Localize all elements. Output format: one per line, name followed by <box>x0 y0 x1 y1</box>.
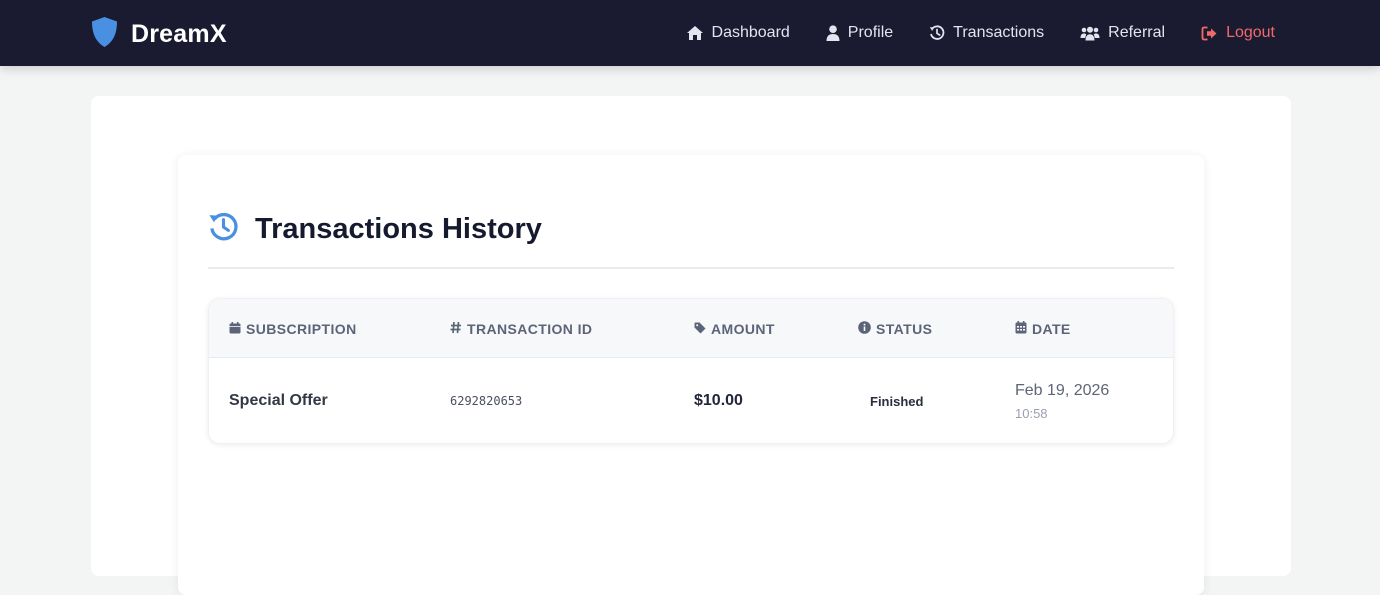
table-header: SUBSCRIPTION TRANSACTION ID AMOUNT STATU… <box>209 299 1173 358</box>
column-label: SUBSCRIPTION <box>246 320 357 337</box>
nav-item-label: Logout <box>1226 24 1275 41</box>
subscription-name: Special Offer <box>229 392 328 409</box>
tag-icon <box>694 321 706 337</box>
nav-item-dashboard[interactable]: Dashboard <box>686 24 790 42</box>
sign-out-icon <box>1201 26 1218 41</box>
info-icon <box>858 320 871 337</box>
status-badge: Finished <box>870 393 924 409</box>
transaction-time: 10:58 <box>1015 405 1048 421</box>
page-title: Transactions History <box>255 212 542 245</box>
users-icon <box>1080 26 1100 41</box>
nav-item-label: Profile <box>847 24 894 41</box>
nav-item-transactions[interactable]: Transactions <box>929 24 1044 42</box>
history-icon <box>929 25 945 41</box>
column-label: STATUS <box>876 320 933 337</box>
column-label: TRANSACTION ID <box>467 320 593 337</box>
column-header-date[interactable]: DATE <box>1015 299 1071 358</box>
history-icon <box>208 211 239 247</box>
nav-item-label: Referral <box>1108 24 1166 41</box>
page-header: Transactions History <box>208 211 542 247</box>
user-icon <box>826 25 840 41</box>
column-header-subscription[interactable]: SUBSCRIPTION <box>229 299 357 358</box>
column-label: AMOUNT <box>711 320 775 337</box>
column-header-status[interactable]: STATUS <box>858 299 932 358</box>
brand[interactable]: DreamX <box>90 16 227 53</box>
nav-links: Dashboard Profile Transactions Referral … <box>686 0 1275 66</box>
transactions-table: SUBSCRIPTION TRANSACTION ID AMOUNT STATU… <box>208 298 1174 444</box>
column-header-amount[interactable]: AMOUNT <box>694 299 775 358</box>
calendar-icon <box>229 321 241 337</box>
title-divider <box>208 267 1174 269</box>
column-header-transaction-id[interactable]: TRANSACTION ID <box>450 299 592 358</box>
table-row[interactable]: Special Offer 6292820653 $10.00 Finished… <box>209 358 1173 443</box>
nav-item-label: Dashboard <box>711 24 790 41</box>
transactions-card: Transactions History SUBSCRIPTION TRANSA… <box>178 155 1204 595</box>
transaction-amount: $10.00 <box>694 392 743 409</box>
transaction-id: 6292820653 <box>450 394 523 408</box>
home-icon <box>686 25 704 41</box>
column-label: DATE <box>1032 320 1071 337</box>
nav-item-referral[interactable]: Referral <box>1080 24 1165 42</box>
brand-name: DreamX <box>131 20 227 48</box>
hash-icon <box>450 321 462 337</box>
nav-item-label: Transactions <box>953 24 1045 41</box>
content-container: Transactions History SUBSCRIPTION TRANSA… <box>91 96 1291 595</box>
transaction-date: Feb 19, 2026 <box>1015 381 1110 399</box>
nav-item-logout[interactable]: Logout <box>1201 24 1275 42</box>
nav-item-profile[interactable]: Profile <box>826 24 893 42</box>
calendar-grid-icon <box>1015 320 1027 337</box>
top-navbar: DreamX Dashboard Profile Transactions Re… <box>0 0 1380 66</box>
shield-icon <box>90 16 119 53</box>
